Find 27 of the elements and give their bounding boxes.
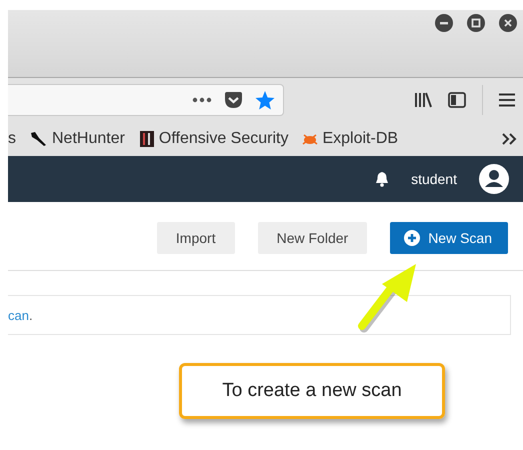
tool-icon — [30, 131, 48, 147]
avatar-icon[interactable] — [479, 164, 509, 194]
chevron-icon[interactable] — [502, 133, 517, 145]
more-icon[interactable] — [192, 97, 212, 103]
bookmark-item[interactable]: NetHunter — [30, 130, 125, 148]
bug-icon — [302, 132, 318, 146]
plus-icon — [404, 230, 420, 246]
bookmark-item[interactable]: Exploit-DB — [302, 130, 398, 148]
bookmark-item[interactable]: s — [8, 130, 16, 148]
star-icon[interactable] — [255, 90, 275, 110]
minimize-icon[interactable] — [435, 14, 453, 32]
menu-icon[interactable] — [499, 93, 515, 107]
library-icon[interactable] — [414, 92, 432, 108]
bell-icon[interactable] — [375, 171, 390, 187]
sidebar-icon[interactable] — [448, 92, 466, 108]
maximize-icon[interactable] — [467, 14, 485, 32]
toolbar-button[interactable]: New Folder — [258, 222, 368, 254]
bookmark-item[interactable]: Offensive Security — [138, 130, 288, 148]
book-icon — [138, 130, 155, 148]
close-icon[interactable] — [499, 14, 517, 32]
toolbar-button[interactable]: Import — [156, 222, 235, 254]
notice-link[interactable]: can. — [8, 308, 33, 322]
address-bar[interactable] — [8, 84, 284, 116]
pocket-icon[interactable] — [224, 92, 243, 108]
new-scan-button[interactable]: New Scan — [390, 222, 508, 254]
callout-box: To create a new scan — [179, 363, 445, 419]
username[interactable]: student — [411, 171, 457, 187]
